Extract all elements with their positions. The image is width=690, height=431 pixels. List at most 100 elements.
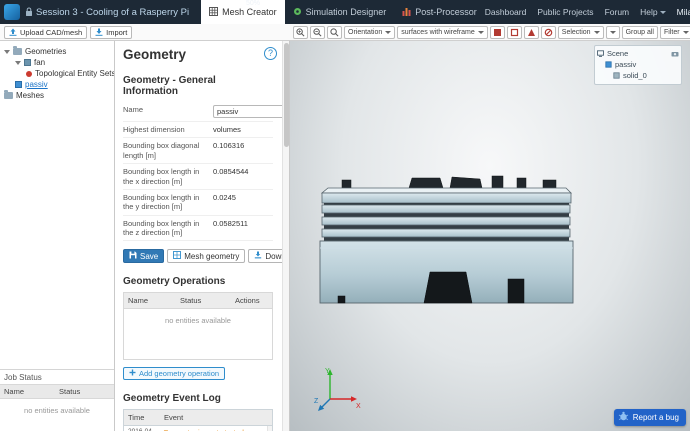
geometry-icon [15, 81, 22, 88]
scene-tree-panel: Geometries fan Topological Entity Sets p… [0, 41, 114, 101]
chevron-down-icon [4, 49, 10, 54]
chevron-down-icon [385, 31, 392, 34]
chevron-down-icon [15, 60, 21, 65]
help-button[interactable]: ? [264, 47, 277, 60]
event-log-body: 2016-04-26 21:05 Geometry import started… [124, 426, 272, 431]
tab-post-processor[interactable]: Post-Processor [394, 0, 485, 24]
save-icon [129, 251, 137, 261]
top-bar: Session 3 - Cooling of a Rasperry Pi Mes… [0, 0, 690, 24]
sidebar-item-geometries[interactable]: Geometries [0, 46, 114, 57]
app-logo-icon[interactable] [4, 4, 20, 20]
orientation-dropdown[interactable]: Orientation [344, 26, 396, 39]
axis-z-label: Z [314, 398, 319, 405]
user-menu[interactable]: Milad_Mah [677, 7, 690, 17]
upload-cad-button[interactable]: Upload CAD/mesh [4, 26, 88, 39]
show-selection-icon [510, 28, 518, 37]
sidebar-item-meshes[interactable]: Meshes [0, 90, 114, 101]
project-title: Session 3 - Cooling of a Rasperry Pi [36, 6, 190, 18]
log-scrollbar[interactable] [267, 426, 272, 431]
log-event: Geometry import started [160, 426, 272, 431]
mesh-icon [173, 251, 182, 261]
hide-selection-icon [493, 29, 501, 36]
zoom-fit-button[interactable] [327, 26, 342, 39]
log-row: 2016-04-26 21:05 Geometry import started [124, 426, 272, 431]
entity-set-icon [26, 70, 32, 77]
panel-scrollbar[interactable] [282, 41, 289, 431]
field-value: 0.0582511 [213, 218, 248, 228]
solid-cube-icon [613, 72, 620, 79]
chevron-down-icon [477, 31, 484, 34]
field-value: 0.0245 [213, 192, 236, 202]
scene-geometry-node[interactable]: passiv [597, 59, 679, 70]
zoom-out-button[interactable] [310, 26, 325, 39]
field-bbox-y: Bounding box length in the y direction [… [123, 190, 273, 216]
show-selection-button[interactable] [506, 26, 522, 39]
field-name: Name [123, 102, 289, 122]
import-button[interactable]: Import [90, 26, 133, 39]
sidebar-item-fan[interactable]: fan [0, 57, 114, 68]
workbench-tabs: Mesh Creator Simulation Designer Post-Pr… [201, 0, 485, 24]
tab-mesh-creator[interactable]: Mesh Creator [201, 0, 285, 24]
save-button[interactable]: Save [123, 249, 165, 264]
col-name: Name [128, 296, 149, 306]
event-log-table: Time Event 2016-04-26 21:05 Geometry imp… [123, 409, 273, 431]
col-name: Name [4, 387, 25, 396]
folder-icon [13, 46, 22, 55]
sidebar-item-passiv[interactable]: passiv [0, 79, 114, 90]
zoom-out-icon [313, 28, 322, 37]
sidebar-item-topological-entity-sets[interactable]: Topological Entity Sets [0, 68, 114, 79]
progress-indicator: 50% [246, 0, 261, 7]
job-status-title: Job Status [4, 373, 42, 382]
section-eventlog-heading: Geometry Event Log [123, 393, 221, 405]
upload-icon [9, 28, 17, 38]
hide-selection-button[interactable] [489, 26, 505, 39]
lock-icon [25, 7, 33, 17]
group-all-button[interactable]: Group all [621, 26, 658, 39]
add-geometry-operation-button[interactable]: Add geometry operation [123, 367, 226, 381]
mesh-grid-icon [209, 6, 219, 18]
tree-label: Geometries [25, 47, 67, 56]
zoom-in-button[interactable] [293, 26, 308, 39]
section-general-heading: Geometry - General Information [123, 75, 216, 97]
render-mode-dropdown[interactable]: surfaces with wireframe [397, 26, 488, 39]
field-label: Name [123, 105, 144, 114]
tab-label: Simulation Designer [305, 7, 387, 17]
scene-root-node[interactable]: Scene [597, 48, 679, 59]
job-status-panel: Job Status Name Status no entities avail… [0, 369, 114, 431]
viewport-toolbar: Orientation surfaces with wireframe Sele… [293, 26, 690, 39]
nav-public-projects[interactable]: Public Projects [537, 7, 593, 17]
zoom-in-icon [296, 28, 305, 37]
selection-dropdown[interactable]: Selection [557, 26, 604, 39]
chevron-down-icon [659, 11, 666, 15]
filter-dropdown[interactable]: Filter [659, 26, 690, 39]
viewport-3d[interactable]: Scene passiv solid_0 Y X Z Report a bug [290, 41, 690, 431]
nav-dashboard[interactable]: Dashboard [485, 7, 527, 17]
panel-scrollbar-thumb[interactable] [284, 43, 289, 147]
geometry-icon [24, 59, 31, 66]
scene-options-icon[interactable] [671, 51, 679, 57]
field-label: Bounding box length in the y direction [… [123, 192, 200, 212]
page-title: Geometry [123, 47, 187, 62]
job-status-header: Name Status [0, 384, 114, 399]
heatsink-model[interactable] [312, 175, 578, 307]
nav-forum[interactable]: Forum [605, 7, 630, 17]
report-bug-button[interactable]: Report a bug [613, 409, 686, 426]
tab-simulation-designer[interactable]: Simulation Designer [285, 0, 395, 24]
operations-table: Name Status Actions no entities availabl… [123, 292, 273, 361]
chevron-down-icon [682, 31, 689, 34]
field-value: 0.106316 [213, 141, 245, 151]
scene-icon [597, 50, 604, 57]
mesh-geometry-button[interactable]: Mesh geometry [167, 249, 246, 264]
field-bbox-z: Bounding box length in the z direction [… [123, 216, 273, 242]
field-bbox-x: Bounding box length in the x direction [… [123, 164, 273, 190]
nav-help-menu[interactable]: Help [640, 7, 666, 17]
tab-label: Mesh Creator [222, 7, 277, 17]
scene-solid-node[interactable]: solid_0 [597, 70, 679, 81]
tree-label: Topological Entity Sets [35, 69, 114, 78]
chart-icon [402, 7, 411, 18]
selection-mode-dropdown[interactable] [605, 26, 620, 39]
invert-selection-button[interactable] [523, 26, 539, 39]
name-input[interactable] [213, 105, 289, 118]
clear-selection-button[interactable] [540, 26, 556, 39]
col-actions: Actions [235, 296, 260, 306]
